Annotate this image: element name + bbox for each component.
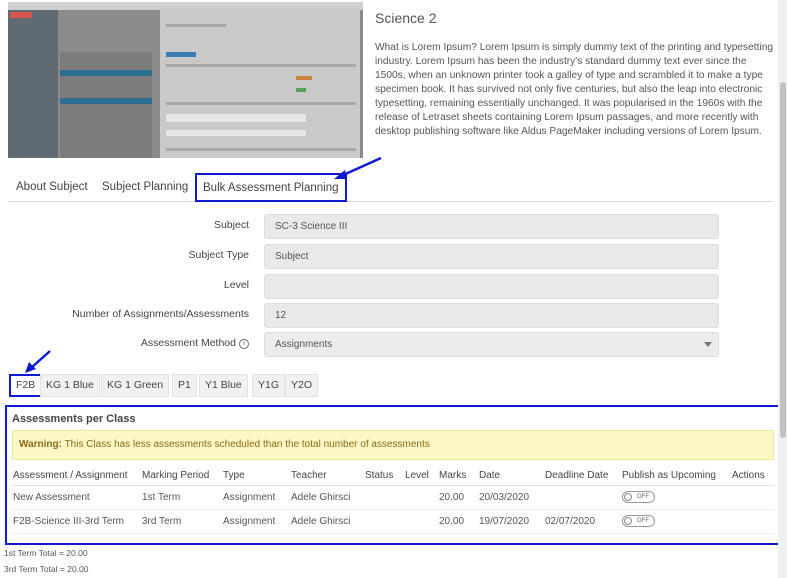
assessments-title: Assessments per Class <box>12 413 136 425</box>
warning-alert: Warning: This Class has less assessments… <box>12 430 774 460</box>
term-total: 1st Term Total = 20.00 <box>4 548 88 558</box>
col-level: Level <box>405 470 429 481</box>
info-icon[interactable]: i <box>239 339 249 349</box>
class-button-y1-blue[interactable]: Y1 Blue <box>199 374 248 397</box>
cell-assessment[interactable]: F2B-Science III-3rd Term <box>13 516 124 527</box>
col-marking-period: Marking Period <box>142 470 210 481</box>
cell-marks: 20.00 <box>439 516 465 527</box>
annotation-arrow-icon <box>334 156 382 179</box>
col-deadline: Deadline Date <box>545 470 609 481</box>
class-button-f2b[interactable]: F2B <box>9 374 43 397</box>
thumbnail-line <box>166 52 196 57</box>
class-button-kg1-green[interactable]: KG 1 Green <box>101 374 170 397</box>
num-assessments-label: Number of Assignments/Assessments <box>72 308 249 320</box>
publish-toggle[interactable]: OFF <box>622 491 655 503</box>
thumbnail-line <box>166 24 226 27</box>
subject-type-row: Subject Type Subject <box>8 244 773 270</box>
thumbnail-logo <box>10 12 32 18</box>
thumbnail-line <box>166 114 306 122</box>
table-row[interactable]: F2B-Science III-3rd Term 3rd Term Assign… <box>12 510 774 534</box>
thumbnail-badge <box>296 76 312 80</box>
subject-type-field[interactable]: Subject <box>264 244 719 269</box>
tab-subject-planning[interactable]: Subject Planning <box>102 172 188 202</box>
cell-marking-period: 3rd Term <box>142 516 182 527</box>
col-actions: Actions <box>732 470 765 481</box>
cell-teacher: Adele Ghirsci <box>291 492 351 503</box>
thumbnail-list-row <box>60 98 152 104</box>
col-type: Type <box>223 470 245 481</box>
num-assessments-field[interactable]: 12 <box>264 303 719 328</box>
assessment-method-value: Assignments <box>275 339 333 350</box>
col-publish: Publish as Upcoming <box>622 470 716 481</box>
col-date: Date <box>479 470 501 481</box>
thumbnail-line <box>166 102 356 105</box>
assessments-table-header: Assessment / Assignment Marking Period T… <box>12 470 774 486</box>
level-field[interactable] <box>264 274 719 299</box>
chevron-down-icon <box>704 342 712 347</box>
subject-label: Subject <box>213 219 249 231</box>
cell-teacher: Adele Ghirsci <box>291 516 351 527</box>
cell-date: 19/07/2020 <box>479 516 530 527</box>
tab-bulk-assessment-planning[interactable]: Bulk Assessment Planning <box>195 173 347 202</box>
subject-tabs: About Subject Subject Planning Bulk Asse… <box>8 172 773 202</box>
subject-type-label: Subject Type <box>188 249 249 261</box>
tab-about-subject[interactable]: About Subject <box>16 172 88 202</box>
assessment-method-row: Assessment Method i Assignments <box>8 332 773 358</box>
num-assessments-row: Number of Assignments/Assessments 12 <box>8 303 773 329</box>
class-button-p1[interactable]: P1 <box>172 374 197 397</box>
cell-deadline: 02/07/2020 <box>545 516 596 527</box>
thumbnail-sidebar <box>8 10 58 158</box>
table-row[interactable]: New Assessment 1st Term Assignment Adele… <box>12 486 774 510</box>
col-teacher: Teacher <box>291 470 327 481</box>
publish-toggle[interactable]: OFF <box>622 515 655 527</box>
term-total: 3rd Term Total = 20.00 <box>4 564 89 574</box>
thumbnail-line <box>166 130 306 136</box>
level-label: Level <box>223 279 249 291</box>
subject-row: Subject SC-3 Science III <box>8 214 773 240</box>
subject-thumbnail <box>8 2 363 158</box>
cell-type: Assignment <box>223 516 276 527</box>
scrollbar-thumb[interactable] <box>780 82 786 438</box>
class-button-kg1-blue[interactable]: KG 1 Blue <box>40 374 100 397</box>
assessment-method-label-text: Assessment Method <box>140 337 236 349</box>
toggle-knob <box>624 517 632 525</box>
thumbnail-line <box>166 148 356 151</box>
subject-field[interactable]: SC-3 Science III <box>264 214 719 239</box>
thumbnail-line <box>166 64 356 67</box>
col-status: Status <box>365 470 394 481</box>
subject-title: Science 2 <box>375 10 437 26</box>
level-row: Level <box>8 274 773 300</box>
cell-type: Assignment <box>223 492 276 503</box>
warning-label: Warning: <box>19 439 62 450</box>
thumbnail-list-row <box>60 70 152 76</box>
thumbnail-badge <box>296 88 306 92</box>
subject-description: What is Lorem Ipsum? Lorem Ipsum is simp… <box>375 42 774 137</box>
toggle-knob <box>624 493 632 501</box>
cell-marking-period: 1st Term <box>142 492 181 503</box>
cell-marks: 20.00 <box>439 492 465 503</box>
col-assessment: Assessment / Assignment <box>13 470 128 481</box>
thumbnail-list <box>60 52 152 158</box>
cell-assessment[interactable]: New Assessment <box>13 492 90 503</box>
toggle-text: OFF <box>637 518 649 524</box>
assessment-method-label: Assessment Method i <box>141 332 249 358</box>
cell-date: 20/03/2020 <box>479 492 530 503</box>
col-marks: Marks <box>439 470 467 481</box>
class-button-y2o[interactable]: Y2O <box>285 374 319 397</box>
assessments-panel: Assessments per Class Warning: This Clas… <box>5 405 785 545</box>
toggle-text: OFF <box>637 494 649 500</box>
warning-text: This Class has less assessments schedule… <box>61 439 430 450</box>
class-button-y1g[interactable]: Y1G <box>252 374 286 397</box>
assessment-method-select[interactable]: Assignments <box>264 332 719 357</box>
